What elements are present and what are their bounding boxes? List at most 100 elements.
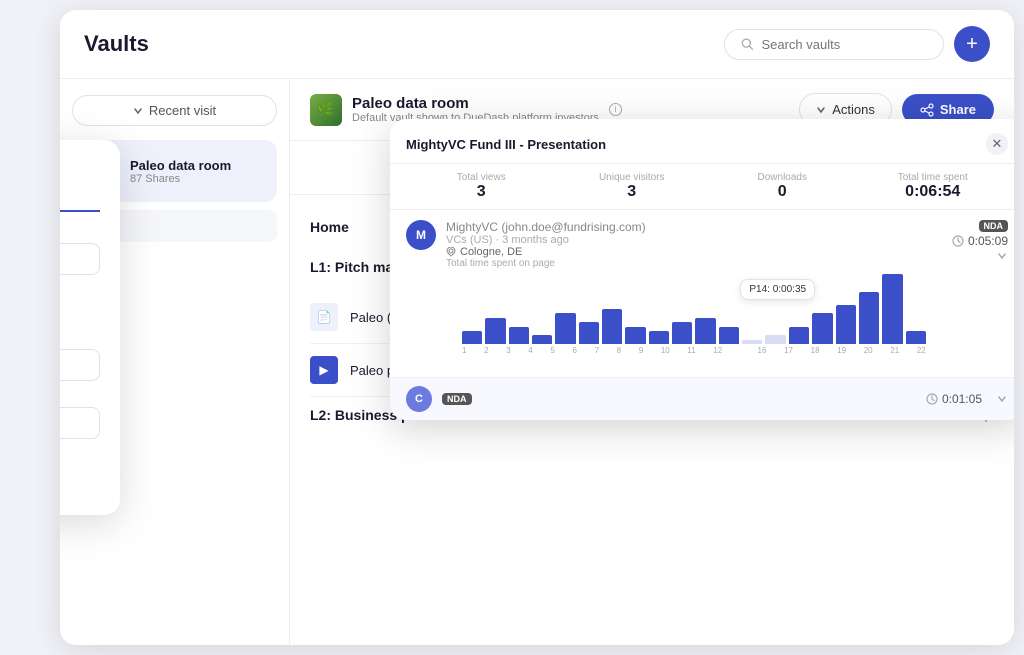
chart-bar — [625, 327, 645, 345]
visitor-1-avatar: M — [406, 220, 436, 250]
chart-bar — [719, 327, 739, 345]
chart-bar — [859, 292, 879, 345]
chart-bar — [765, 335, 785, 344]
chart-axis-label: 12 — [713, 346, 722, 355]
chart-axis-label: 6 — [572, 346, 576, 355]
chart-axis-label: 11 — [687, 346, 695, 355]
chart-axis-label: 2 — [484, 346, 488, 355]
visitor-time-label: Total time spent on page — [446, 258, 942, 269]
search-box — [724, 29, 944, 60]
visitor-2-avatar: C — [406, 386, 432, 412]
chart-bar — [742, 340, 762, 344]
chart-axis-label: 4 — [528, 346, 532, 355]
vault-name: Paleo data room — [130, 158, 231, 173]
chart-axis-label: 10 — [661, 346, 670, 355]
actions-label: Actions — [832, 102, 875, 117]
chart-axis-label: 22 — [917, 346, 926, 355]
chevron-down-icon[interactable] — [996, 250, 1008, 262]
stat-downloads: Downloads 0 — [707, 195, 858, 201]
location-icon — [446, 247, 456, 257]
analytics-stats: Total views 3 Unique visitors 3 Download… — [390, 195, 1014, 210]
email-auth-row: Email authentication i — [60, 449, 100, 463]
chart-bar — [532, 335, 552, 344]
visitor-2-time: 0:01:05 — [926, 392, 982, 406]
add-vault-button[interactable]: + — [954, 26, 990, 62]
recent-visit-label: Recent visit — [149, 103, 216, 118]
chart-bar — [579, 322, 599, 344]
main-content: 🌿 Paleo data room Default vault shown to… — [290, 79, 1014, 645]
vault-header-name: Paleo data room — [352, 95, 599, 112]
chart-bar — [812, 313, 832, 344]
visitor-1-nda-badge: NDA — [979, 220, 1009, 232]
chart-bar — [836, 305, 856, 344]
chart-bar — [509, 327, 529, 345]
chart-bar — [555, 313, 575, 344]
assign-segment-input[interactable] — [60, 243, 100, 275]
visitor-1-info: MightyVC (john.doe@fundrising.com) VCs (… — [446, 220, 942, 367]
content-area: Home L1: Pitch material 📄 Paleo (Executi… — [290, 195, 1014, 645]
add-nda-row: Add NDA NDA ✕ — [60, 473, 100, 489]
chart-axis-label: 19 — [837, 346, 846, 355]
assign-segment-label: Assign segment i — [60, 226, 100, 239]
chart-axis-label: 1 — [462, 346, 466, 355]
link-setup-tab[interactable]: Link setup — [60, 188, 100, 212]
contact-us-input[interactable] — [60, 349, 100, 381]
sidebar: Recent visit 🌿 Paleo data room 87 Shares… — [60, 79, 290, 645]
recent-visit-button[interactable]: Recent visit — [72, 95, 277, 126]
chevron-down-icon — [816, 105, 826, 115]
expires-row: Expires — [60, 309, 100, 323]
chart-axis-label: 18 — [811, 346, 820, 355]
chart-axis-label: 16 — [758, 346, 767, 355]
search-input[interactable] — [761, 37, 927, 52]
search-icon — [741, 37, 753, 51]
chart-axis-label: 9 — [639, 346, 643, 355]
page-title: Vaults — [84, 31, 149, 57]
visitor-2-nda-badge: NDA — [442, 393, 472, 405]
visitor-row-2: C NDA 0:01:05 — [390, 378, 1014, 420]
chart-bar — [485, 318, 505, 344]
file-icon-pitch: ▶ — [310, 356, 338, 384]
stat-unique-visitors: Unique visitors 3 — [557, 195, 708, 201]
chart-axis-label: 8 — [617, 346, 621, 355]
chart-axis-label: 3 — [506, 346, 510, 355]
file-icon-doc: 📄 — [310, 303, 338, 331]
visitor-1-right: NDA 0:05:09 — [952, 220, 1008, 262]
chart-bar — [695, 318, 715, 344]
visitor-1-role: VCs (US) · 3 months ago — [446, 234, 942, 246]
chart-bar — [602, 309, 622, 344]
analytics-panel: MightyVC Fund III - Presentation ✕ Total… — [390, 195, 1014, 420]
meeting-calendar-label: Meeting / Calendar link — [60, 391, 100, 403]
stat-total-time: Total time spent 0:06:54 — [858, 195, 1009, 201]
share-icon — [920, 103, 934, 117]
chart-bar — [906, 331, 926, 344]
contact-us-label: Contact us — [60, 333, 100, 345]
chart-axis-label: 17 — [784, 346, 793, 355]
chart-axis-label: 20 — [864, 346, 873, 355]
meeting-calendar-input[interactable] — [60, 407, 100, 439]
chart-tooltip: P14: 0:00:35 — [740, 279, 815, 300]
chevron-down-icon-2[interactable] — [996, 393, 1008, 405]
chart-bar — [789, 327, 809, 345]
panel-title: Update link — [60, 160, 100, 176]
chart-axis-label: 7 — [595, 346, 599, 355]
stat-downloads-value: 0 — [707, 195, 858, 201]
vault-header-info-icon[interactable]: i — [609, 103, 622, 116]
chart-bar — [882, 274, 902, 344]
visitor-1-location: Cologne, DE — [446, 246, 942, 258]
chart-axis-label: 5 — [550, 346, 554, 355]
stat-unique-visitors-value: 3 — [557, 195, 708, 201]
visitor-1-time: 0:05:09 — [968, 234, 1008, 248]
vault-shares: 87 Shares — [130, 173, 231, 185]
update-link-panel: Update link Link setup Assign segment i … — [60, 140, 120, 515]
chart-axis-label: 21 — [890, 346, 899, 355]
clock-icon-2 — [926, 393, 938, 405]
share-label: Share — [940, 102, 976, 117]
stat-total-time-value: 0:06:54 — [858, 195, 1009, 201]
chart-bar — [672, 322, 692, 344]
stat-total-views-value: 3 — [406, 195, 557, 201]
chevron-down-icon — [133, 106, 143, 116]
stat-total-views: Total views 3 — [406, 195, 557, 201]
chart-bar — [649, 331, 669, 344]
clock-icon — [952, 235, 964, 247]
chart-bar — [462, 331, 482, 344]
